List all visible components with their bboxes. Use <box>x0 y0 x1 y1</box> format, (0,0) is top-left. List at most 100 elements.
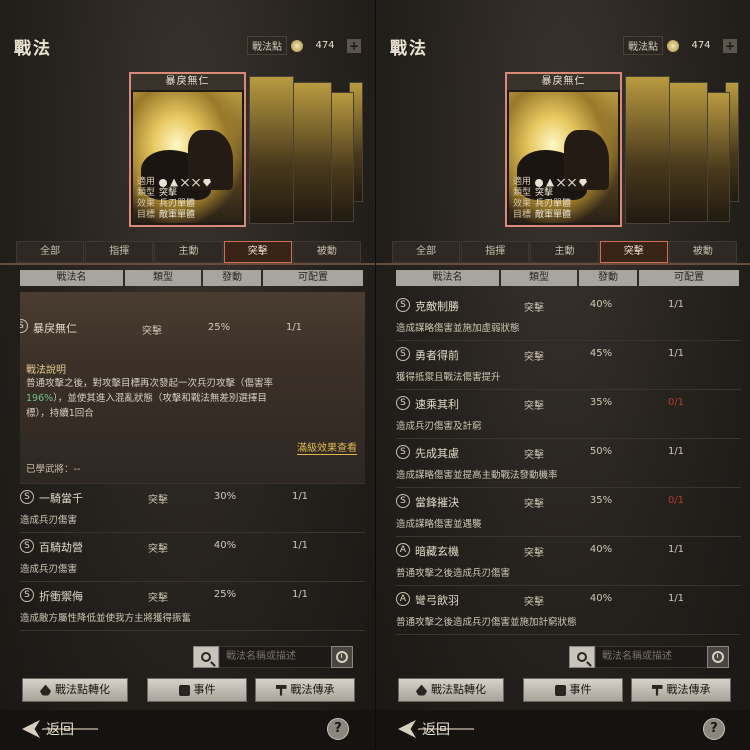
back-button[interactable]: 返回 <box>22 719 98 739</box>
tab-3[interactable]: 突擊 <box>599 241 668 263</box>
column-header[interactable]: 可配置 <box>263 270 363 286</box>
spear-icon <box>557 178 566 187</box>
tactic-name: 當鋒摧決 <box>415 496 459 509</box>
tactic-name: 彎弓飲羽 <box>415 594 459 607</box>
max-level-effect-link[interactable]: 滿級效果查看 <box>297 439 357 455</box>
inherit-tactic-button[interactable]: 戰法傳承 <box>631 678 731 702</box>
card-info-row: 適用 <box>513 177 618 188</box>
tab-0[interactable]: 全部 <box>16 241 85 263</box>
search-button[interactable] <box>193 646 219 668</box>
troop-type-icons <box>535 177 588 188</box>
selected-tactic-card[interactable]: 暴戾無仁 適用 類型 突擊 效果 兵刃單體 目標 敵軍單體 <box>505 72 622 227</box>
search-button[interactable] <box>569 646 595 668</box>
grade-icon: S <box>20 319 28 333</box>
tactic-card-back[interactable] <box>668 82 708 222</box>
horse-icon <box>546 178 555 187</box>
tab-underline <box>0 263 375 265</box>
inherit-tactic-button[interactable]: 戰法傳承 <box>255 678 355 702</box>
card-carousel[interactable]: 暴戾無仁 適用 類型 突擊 效果 兵刃單體 目標 敵軍單體 <box>0 72 375 227</box>
tactic-card-back[interactable] <box>249 76 294 224</box>
clock-icon <box>712 651 724 663</box>
tactic-points-value: 474 <box>315 40 335 51</box>
tactics-list[interactable]: S 克敵制勝 突擊 40% 1/1 造成謀略傷害並施加虛弱狀態 S 勇者得前 突擊 45% 1/1 獲… <box>396 292 741 636</box>
column-header[interactable]: 類型 <box>125 270 201 286</box>
tab-0[interactable]: 全部 <box>392 241 461 263</box>
tab-4[interactable]: 被動 <box>292 241 362 263</box>
tactic-card-back[interactable] <box>625 76 670 224</box>
events-button[interactable]: 事件 <box>523 678 623 702</box>
column-header[interactable]: 發動 <box>203 270 261 286</box>
history-button[interactable] <box>707 646 729 668</box>
description-text: 普通攻擊之後，對攻擊目標再次發起一次兵刃攻擊（傷害率 196%），並使其進入混亂狀… <box>26 376 346 421</box>
tab-2[interactable]: 主動 <box>530 241 599 263</box>
tactic-config-count: 1/1 <box>667 299 685 310</box>
tactic-row[interactable]: S 折衝禦侮 突擊 25% 1/1 造成敵方屬性降低並使我方主將獲得振奮 <box>20 582 365 631</box>
tab-2[interactable]: 主動 <box>154 241 223 263</box>
tactic-points-label: 戰法點 <box>247 36 287 55</box>
tactic-row[interactable]: S 一騎當千 突擊 30% 1/1 造成兵刃傷害 <box>20 484 365 533</box>
grade-icon: S <box>20 490 34 504</box>
tactics-list[interactable]: S 暴戾無仁 突擊 25% 1/1 戰法說明 普通攻擊之後，對攻擊目標再次發起一次兵刃攻擊（… <box>20 292 365 636</box>
tab-1[interactable]: 指揮 <box>85 241 154 263</box>
tactic-trigger-rate: 50% <box>589 446 613 457</box>
tactic-config-count: 1/1 <box>291 589 309 600</box>
column-header[interactable]: 戰法名 <box>20 270 123 286</box>
card-info-value: 兵刃單體 <box>535 199 572 209</box>
button-label: 戰法傳承 <box>666 683 711 696</box>
back-label: 返回 <box>46 722 74 738</box>
tactic-row[interactable]: S 先成其慮 突擊 50% 1/1 造成謀略傷害並提高主動戰法發動機率 <box>396 439 741 488</box>
shield-icon <box>159 178 168 187</box>
tactic-row[interactable]: S 勇者得前 突擊 45% 1/1 獲得抵禦且戰法傷害提升 <box>396 341 741 390</box>
column-header[interactable]: 發動 <box>579 270 637 286</box>
tactic-type: 突擊 <box>148 495 168 506</box>
back-button[interactable]: 返回 <box>398 719 474 739</box>
help-button[interactable]: ? <box>327 718 349 740</box>
help-button[interactable]: ? <box>703 718 725 740</box>
tactic-row[interactable]: S 克敵制勝 突擊 40% 1/1 造成謀略傷害並施加虛弱狀態 <box>396 292 741 341</box>
add-points-button[interactable]: + <box>347 38 361 53</box>
tactic-config-count: 1/1 <box>667 348 685 359</box>
tactic-row[interactable]: A 暗藏玄機 突擊 40% 1/1 普通攻擊之後造成兵刃傷害 <box>396 537 741 586</box>
card-info-key: 目標 <box>137 210 156 220</box>
tab-3[interactable]: 突擊 <box>223 241 292 263</box>
tactic-row[interactable]: A 彎弓飲羽 突擊 40% 1/1 普通攻擊之後造成兵刃傷害並施加計窮狀態 <box>396 586 741 635</box>
column-header[interactable]: 戰法名 <box>396 270 499 286</box>
cart-icon <box>579 178 588 187</box>
card-info-value: 突擊 <box>535 188 554 198</box>
hammer-icon <box>275 684 287 696</box>
convert-points-button[interactable]: 戰法點轉化 <box>22 678 128 702</box>
tactic-row[interactable]: S 速乘其利 突擊 35% 0/1 造成兵刃傷害及計窮 <box>396 390 741 439</box>
card-info-value: 敵軍單體 <box>159 210 196 220</box>
coin-icon <box>667 39 679 52</box>
selected-tactic-card[interactable]: 暴戾無仁 適用 類型 突擊 效果 兵刃單體 目標 敵軍單體 <box>129 72 246 227</box>
tactic-type: 突擊 <box>524 450 544 461</box>
card-carousel[interactable]: 暴戾無仁 適用 類型 突擊 效果 兵刃單體 目標 敵軍單體 <box>376 72 750 227</box>
tactic-config-count: 1/1 <box>285 322 303 333</box>
column-header[interactable]: 類型 <box>501 270 577 286</box>
history-button[interactable] <box>331 646 353 668</box>
footer-bar: 返回? <box>0 710 375 750</box>
tactic-card-back[interactable] <box>292 82 332 222</box>
tactic-description: 造成兵刃傷害 <box>20 564 78 575</box>
card-info-row: 目標 敵軍單體 <box>137 210 242 221</box>
spear-icon <box>181 178 190 187</box>
book-icon <box>554 684 566 696</box>
convert-points-button[interactable]: 戰法點轉化 <box>398 678 504 702</box>
tactic-row[interactable]: S 暴戾無仁 突擊 25% 1/1 戰法說明 普通攻擊之後，對攻擊目標再次發起一次兵刃攻擊（… <box>20 292 365 484</box>
back-arrow-icon <box>22 720 40 738</box>
tactic-name: 克敵制勝 <box>415 300 459 313</box>
tactic-name: 暗藏玄機 <box>415 545 459 558</box>
damage-rate: 196% <box>26 393 54 404</box>
card-info-row: 類型 突擊 <box>137 188 242 199</box>
tactic-row[interactable]: S 當鋒摧決 突擊 35% 0/1 造成謀略傷害並遇襲 <box>396 488 741 537</box>
tactic-description: 造成謀略傷害並遇襲 <box>396 519 482 530</box>
add-points-button[interactable]: + <box>723 38 737 53</box>
tactic-description: 造成敵方屬性降低並使我方主將獲得振奮 <box>20 613 192 624</box>
tab-4[interactable]: 被動 <box>668 241 738 263</box>
tactic-row[interactable]: S 百騎劫營 突擊 40% 1/1 造成兵刃傷害 <box>20 533 365 582</box>
tab-1[interactable]: 指揮 <box>461 241 530 263</box>
description-part: 標），持續1回合 <box>26 408 94 419</box>
events-button[interactable]: 事件 <box>147 678 247 702</box>
column-header[interactable]: 可配置 <box>639 270 739 286</box>
card-info-key: 類型 <box>137 188 156 198</box>
